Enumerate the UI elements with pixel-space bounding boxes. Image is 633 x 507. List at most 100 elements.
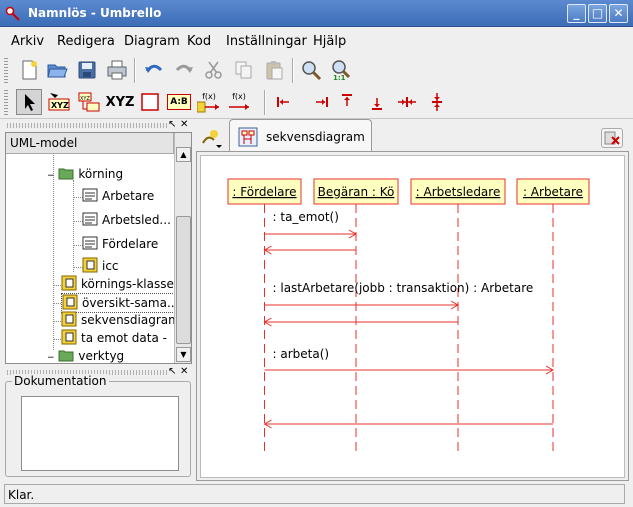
title-bar[interactable]: Namnlös - Umbrello _ □ ✕ (0, 0, 633, 27)
cut-button[interactable] (201, 57, 227, 83)
tree-item-sekvensdiagram[interactable]: sekvensdiagram (61, 311, 180, 331)
align-bottom-button[interactable] (364, 89, 390, 115)
tree-connector (53, 339, 61, 340)
tree-item-label: icc (102, 259, 119, 273)
tree-item-oversikt[interactable]: översikt-sama... (61, 293, 180, 313)
sequence-diagram[interactable]: : Fördelare Begäran : Kö : Arbetsledare : A… (201, 156, 625, 478)
toolbar-separator (264, 90, 266, 115)
menu-installningar[interactable]: Inställningar (226, 34, 307, 49)
save-button[interactable] (74, 57, 100, 83)
align-top-button[interactable] (334, 89, 360, 115)
tree-column-header[interactable]: UML-model (6, 133, 174, 154)
panel-grip[interactable] (7, 123, 167, 128)
object-box[interactable]: : Fördelare (227, 178, 302, 205)
object-box[interactable]: : Arbetsledare (410, 178, 506, 205)
menu-redigera[interactable]: Redigera (57, 34, 115, 49)
object-tool-button[interactable]: XYZ (46, 89, 72, 115)
object-box[interactable]: Begäran : Kö (313, 178, 399, 205)
documentation-textarea[interactable] (21, 396, 179, 471)
fx-icon-2: f(x) (227, 92, 251, 113)
diagram-canvas[interactable]: : Fördelare Begäran : Kö : Arbetsledare : A… (200, 155, 625, 478)
tree-item-ta-emot-data[interactable]: ta emot data - (61, 329, 167, 349)
align-center-horizontal-button[interactable] (394, 89, 420, 115)
copy-icon (235, 61, 252, 79)
float-panel-icon[interactable]: ↖ (168, 366, 176, 378)
paste-button[interactable] (261, 57, 287, 83)
object-label: : Fördelare (232, 185, 296, 199)
menu-kod[interactable]: Kod (187, 34, 211, 49)
magnifier-icon (302, 61, 322, 81)
uml-tree-view[interactable]: UML-model − körning Arbetare Arbetsled..… (5, 132, 192, 364)
tree-item-arbetare[interactable]: Arbetare (82, 187, 154, 207)
message-label[interactable]: : ta_emot() (273, 210, 339, 224)
box-tool-button[interactable] (137, 89, 163, 115)
function-call-button[interactable]: f(x) (196, 89, 222, 115)
copy-button[interactable] (231, 57, 257, 83)
collapse-minus-icon[interactable]: − (47, 353, 55, 363)
open-button[interactable] (44, 57, 70, 83)
object-icon (82, 236, 98, 250)
object-label: : Arbetare (523, 185, 583, 199)
align-left-button[interactable] (271, 89, 297, 115)
new-document-button[interactable] (16, 57, 42, 83)
tree-item-fordelare[interactable]: Fördelare (82, 235, 158, 255)
tree-scrollbar[interactable]: ▲ ▼ (174, 133, 191, 363)
function-return-button[interactable]: f(x) (226, 89, 252, 115)
tree-item-arbetsledare[interactable]: Arbetsled... (82, 211, 171, 231)
toolbar-separator (134, 58, 136, 83)
message-label[interactable]: : arbeta() (273, 347, 330, 361)
scroll-down-arrow-icon[interactable]: ▼ (176, 347, 191, 362)
scroll-up-arrow-icon[interactable]: ▲ (176, 147, 191, 162)
tree-item-korning[interactable]: − körning (47, 165, 123, 185)
diagram-icon (61, 275, 77, 291)
object-box[interactable]: : Arbetare (516, 178, 590, 205)
tree-item-label: Fördelare (102, 237, 159, 251)
select-tool-button[interactable] (16, 89, 42, 115)
close-panel-icon[interactable]: ✕ (180, 366, 188, 378)
tree-item-kornings-klassen[interactable]: körnings-klassen (61, 275, 181, 295)
new-document-icon (22, 60, 37, 80)
scrollbar-thumb[interactable] (176, 216, 191, 344)
align-center-v-icon (432, 93, 442, 111)
object-xyz-icon: XYZ (48, 93, 70, 111)
tree-item-icc[interactable]: icc (82, 257, 119, 277)
umbrello-app-icon (5, 6, 20, 21)
minimize-button[interactable]: _ (567, 4, 586, 23)
svg-text:XYZ: XYZ (80, 96, 90, 102)
maximize-button[interactable]: □ (588, 4, 607, 23)
close-panel-icon[interactable]: ✕ (180, 119, 188, 131)
float-panel-icon[interactable]: ↖ (168, 119, 176, 131)
toolbar-grip[interactable] (4, 58, 8, 83)
text-tool-button[interactable]: XYZ (106, 89, 135, 115)
zoom-100-button[interactable]: 1:1 (328, 57, 354, 83)
tree-panel-header[interactable]: ↖ ✕ (5, 119, 191, 131)
close-button[interactable]: ✕ (609, 4, 628, 23)
close-tab-button[interactable] (601, 128, 623, 148)
menu-hjalp[interactable]: Hjälp (313, 34, 346, 49)
align-right-button[interactable] (308, 89, 334, 115)
zoom-in-button[interactable] (298, 57, 324, 83)
main-toolbar: 1:1 (0, 54, 633, 87)
window-title: Namnlös - Umbrello (28, 6, 162, 20)
message-label[interactable]: : lastArbetare(jobb : transaktion) : Arb… (273, 281, 534, 295)
align-center-vertical-button[interactable] (424, 89, 450, 115)
menu-arkiv[interactable]: Arkiv (11, 34, 44, 49)
collapse-minus-icon[interactable]: − (47, 171, 55, 181)
diagram-icon (61, 311, 77, 327)
redo-button[interactable] (171, 57, 197, 83)
message-tool-button[interactable]: XYZ (76, 89, 102, 115)
tree-item-verktyg[interactable]: − verktyg (47, 347, 124, 363)
undo-button[interactable] (141, 57, 167, 83)
toolbar-grip[interactable] (4, 90, 8, 115)
folder-icon (58, 350, 74, 362)
fx-label-1: f(x) (202, 91, 216, 101)
diagram-toolbar: XYZ XYZ XYZ A:B f(x) f(x) (0, 86, 633, 119)
print-button[interactable] (104, 57, 130, 83)
anchor-tool-button[interactable]: A:B (166, 89, 192, 115)
menu-diagram[interactable]: Diagram (124, 34, 180, 49)
align-left-icon (277, 97, 289, 107)
diagram-tab-bar: sekvensdiagram (196, 118, 629, 152)
new-diagram-menu-button[interactable] (200, 126, 224, 150)
tab-sekvensdiagram[interactable]: sekvensdiagram (229, 119, 372, 152)
undo-arrow-icon (145, 64, 163, 73)
